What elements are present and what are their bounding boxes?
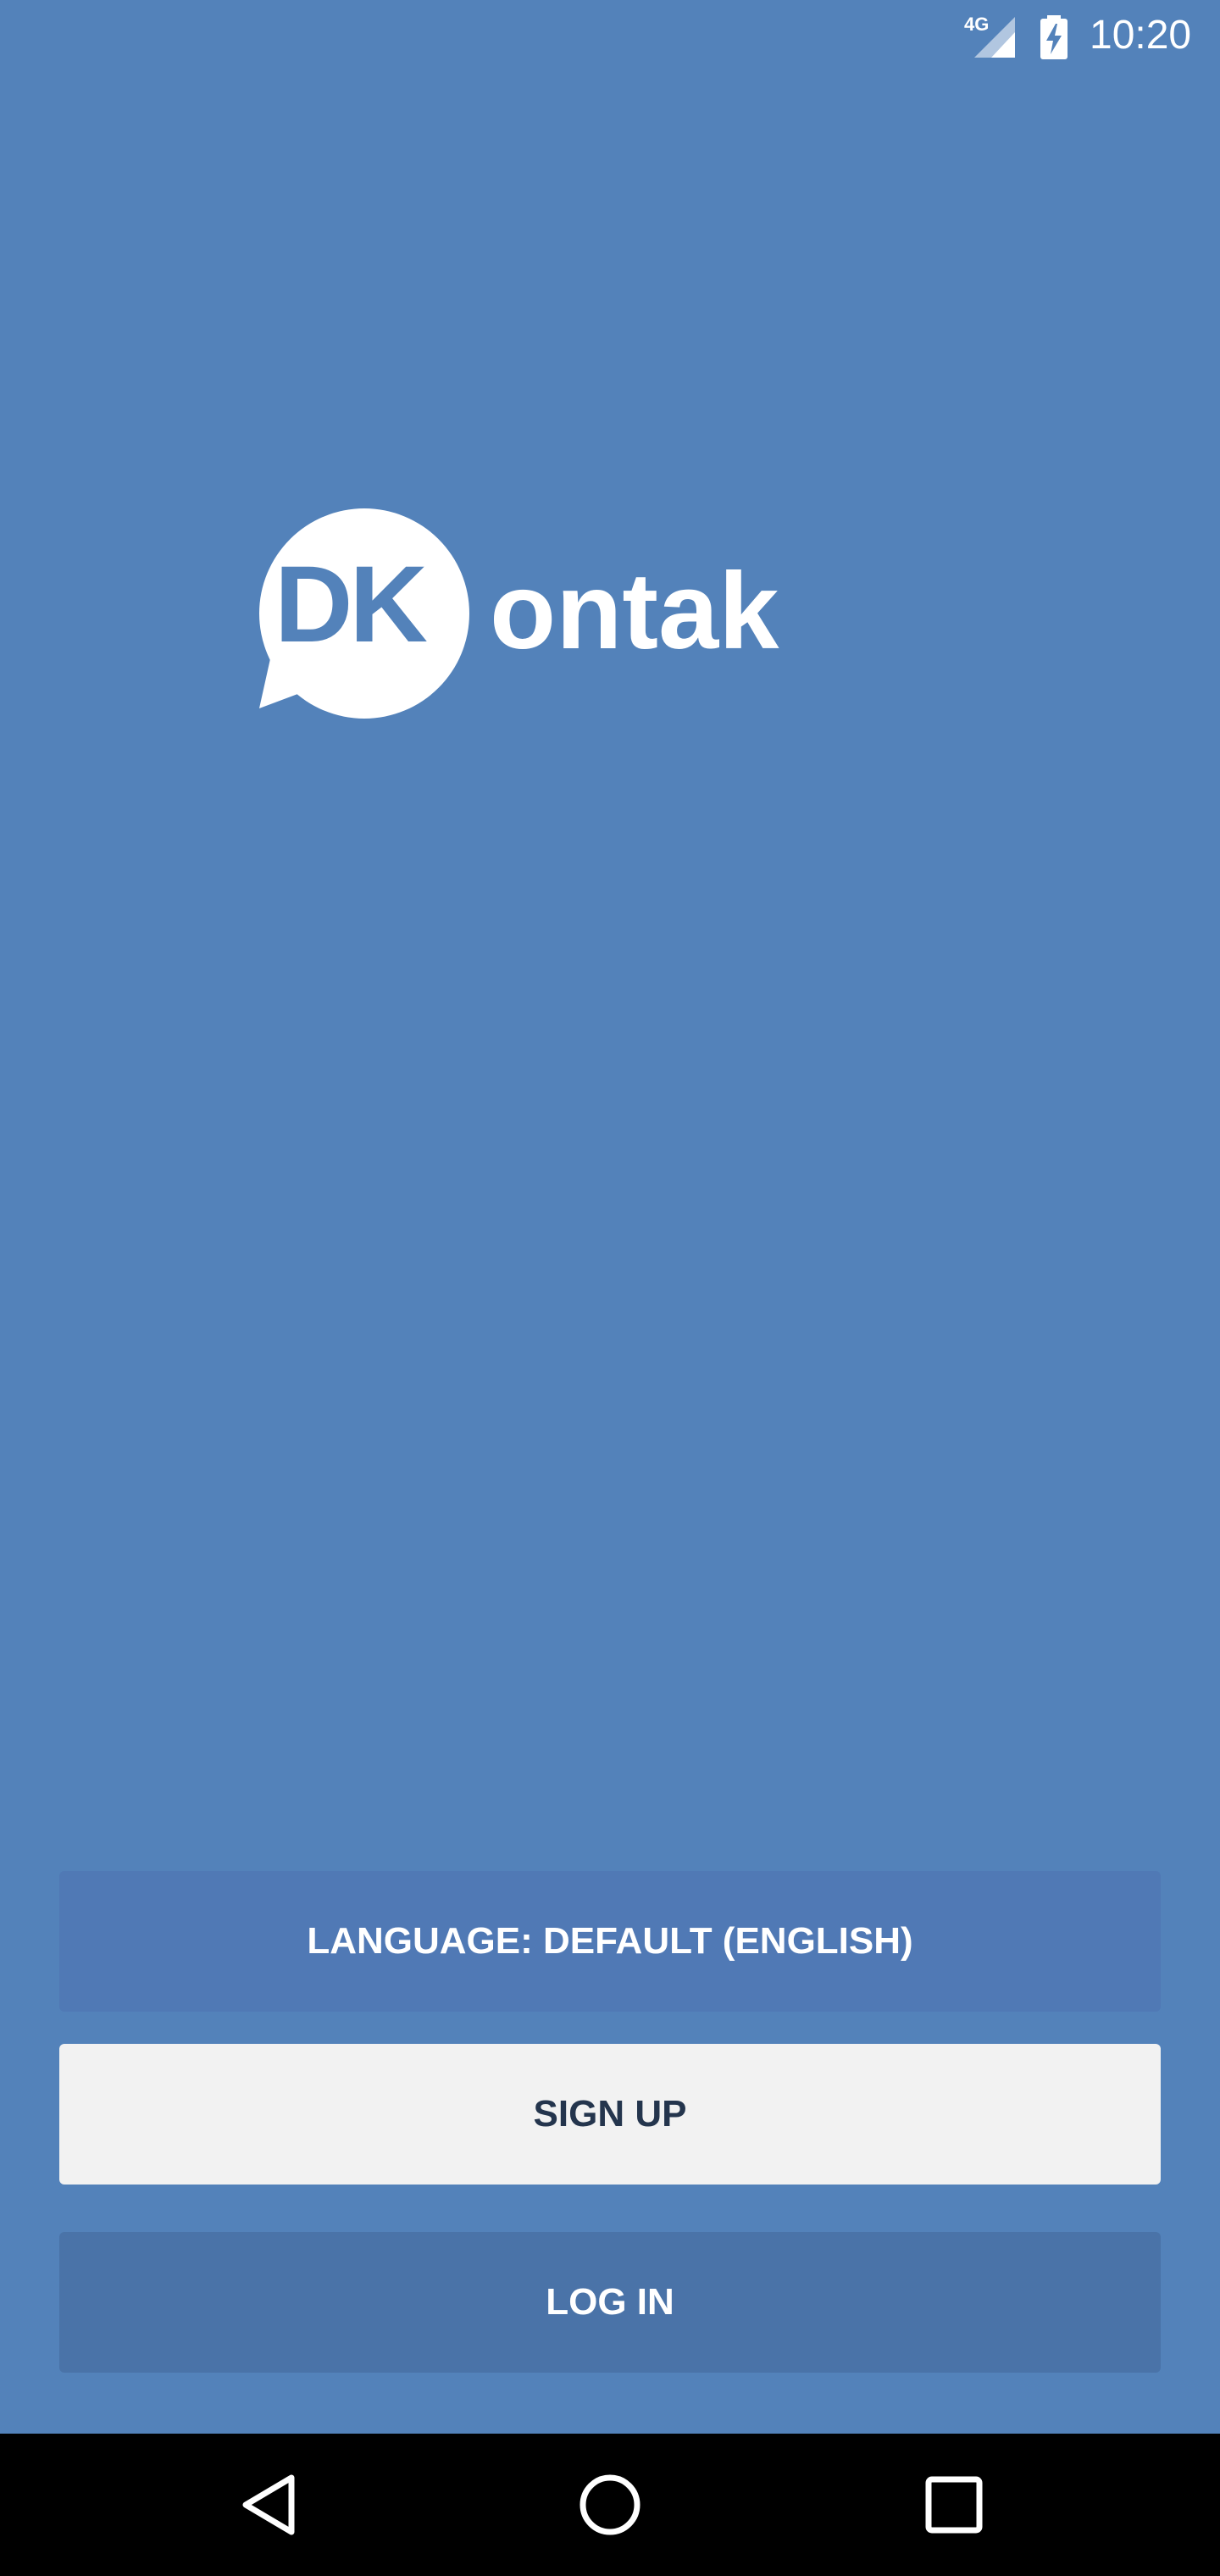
log-in-button-label: LOG IN — [546, 2281, 674, 2323]
sign-up-button-label: SIGN UP — [533, 2093, 687, 2135]
sign-up-button[interactable]: SIGN UP — [59, 2044, 1161, 2185]
home-icon[interactable] — [576, 2471, 644, 2539]
status-bar: 4G 10:20 — [0, 0, 1220, 81]
signal-icon — [974, 17, 1015, 58]
logo-wordmark: ontak — [490, 551, 779, 672]
clock: 10:20 — [1090, 13, 1192, 58]
log-in-button[interactable]: LOG IN — [59, 2232, 1161, 2373]
language-button[interactable]: LANGUAGE: DEFAULT (ENGLISH) — [59, 1871, 1161, 2012]
back-icon[interactable] — [239, 2471, 300, 2539]
recents-icon[interactable] — [922, 2473, 986, 2537]
logo-mark-text: DK — [274, 544, 428, 665]
system-navigation-bar — [0, 2434, 1220, 2576]
language-button-label: LANGUAGE: DEFAULT (ENGLISH) — [307, 1920, 913, 1962]
app-logo: DK ontak — [254, 505, 864, 725]
battery-charging-icon — [1040, 15, 1068, 59]
